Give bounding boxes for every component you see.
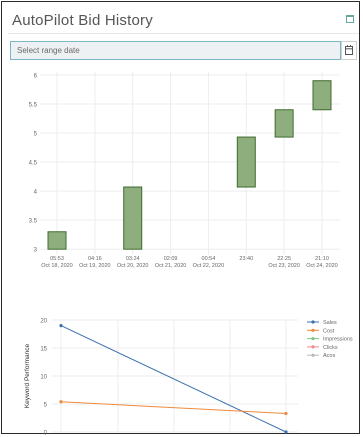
bar-chart-ytick-label: 3.5	[29, 219, 38, 225]
bid-history-panel: AutoPilot Bid History 33.544.555.5605:53…	[1, 1, 360, 437]
legend-label-acos: Acos	[323, 353, 335, 359]
bar-chart-ytick-label: 5.5	[29, 102, 38, 108]
bar-chart-xtick-date: Oct 22, 2020	[193, 263, 225, 269]
bar-chart-xtick-date: Oct 23, 2020	[268, 263, 300, 269]
bar-chart-range-bar	[47, 231, 67, 250]
bar-chart-range-bar	[123, 186, 143, 250]
legend-marker-impressions	[311, 337, 315, 341]
bar-chart-xtick-time: 03:24	[126, 256, 140, 262]
bar-chart-xtick-time: 23:40	[239, 256, 253, 262]
legend-label-clicks: Clicks	[323, 345, 338, 351]
bar-chart-ytick-label: 3	[34, 248, 38, 254]
bar-chart-xtick-time: 00:54	[202, 256, 216, 262]
line-chart-ytick-label: 15	[40, 347, 47, 353]
bar-chart-xtick-date: Oct 18, 2020	[41, 263, 73, 269]
bar-chart-xtick-time: 05:53	[50, 256, 64, 262]
legend-label-cost: Cost	[323, 328, 335, 334]
bar-chart-xtick-time: 21:10	[315, 256, 329, 262]
legend-marker-cost	[311, 328, 315, 332]
legend-marker-sales	[311, 320, 315, 324]
bar-chart-xtick-date: Oct 24, 2020	[306, 263, 338, 269]
bar-chart-ytick-label: 6	[34, 73, 38, 79]
line-chart-point-sales	[59, 324, 63, 328]
bar-chart-ytick-label: 5	[34, 132, 38, 138]
line-chart-ylabel: Keyword Performance	[24, 343, 31, 408]
line-chart-ytick-label: 5	[44, 403, 48, 409]
bar-chart-ytick-label: 4.5	[29, 161, 38, 167]
line-chart-point-cost	[59, 400, 63, 404]
bar-chart-range-bar	[312, 80, 332, 111]
line-chart-point-sales	[284, 430, 288, 434]
bar-chart-xtick-date: Oct 19, 2020	[79, 263, 111, 269]
bar-chart-xtick-time: 22:25	[277, 256, 291, 262]
bar-chart-range-bar	[236, 136, 256, 188]
charts-canvas: 3 3.5 4 4.5 5 5.5 6 05:53Oct 18, 2020 04:16Oct 1…	[24, 72, 353, 437]
bar-chart-xtick-date: Oct 20, 2020	[117, 263, 149, 269]
line-chart-ytick-label: 10	[40, 375, 47, 381]
line-chart-point-cost	[284, 411, 288, 416]
bar-chart-ytick-label: 4	[34, 190, 38, 196]
line-chart-ytick-label: 0	[44, 431, 48, 437]
bar-chart-range-bar	[274, 109, 294, 138]
legend-marker-clicks	[311, 345, 315, 349]
bar-chart-xtick-time: 04:16	[88, 256, 102, 262]
bar-chart-xtick-date: Oct 21, 2020	[155, 263, 187, 269]
bar-chart-xtick-time: 02:09	[164, 256, 178, 262]
legend-marker-acos	[311, 353, 315, 357]
legend-label-sales: Sales	[323, 320, 337, 326]
legend-label-impressions: Impressions	[323, 337, 353, 343]
line-chart-ytick-label: 20	[40, 319, 47, 325]
